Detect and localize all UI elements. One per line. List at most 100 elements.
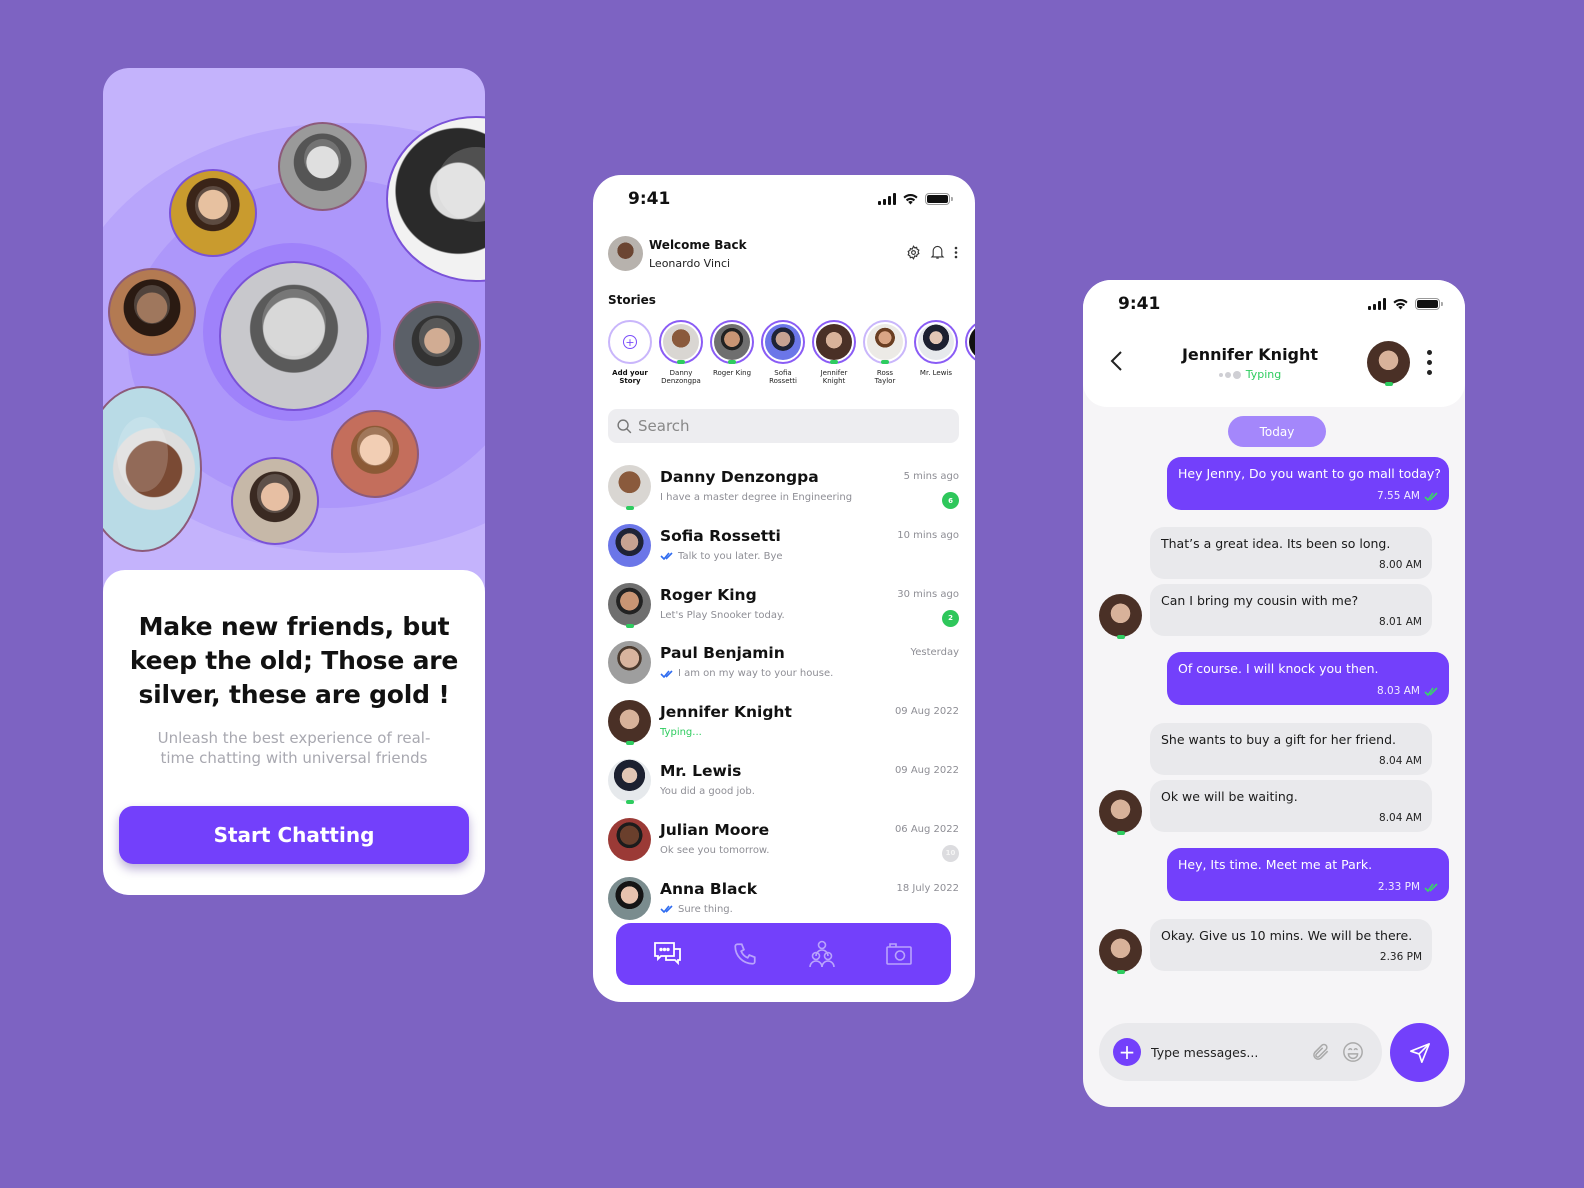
search-bar[interactable] xyxy=(608,409,959,443)
message-time: 8.04 AM xyxy=(1379,812,1422,824)
gear-icon[interactable] xyxy=(906,244,921,260)
story-item[interactable]: An xyxy=(965,320,975,390)
message-text: Ok we will be waiting. xyxy=(1161,789,1298,804)
add-story-button[interactable]: + Add your Story xyxy=(608,320,652,390)
more-vertical-icon[interactable] xyxy=(1427,350,1432,375)
story-avatar xyxy=(918,324,954,360)
incoming-message: Okay. Give us 10 mins. We will be there.… xyxy=(1150,919,1432,971)
online-indicator xyxy=(728,360,736,364)
story-avatar xyxy=(663,324,699,360)
contact-avatar xyxy=(608,641,651,685)
tab-camera[interactable] xyxy=(879,934,919,974)
message-preview: You did a good job. xyxy=(660,785,755,797)
online-indicator xyxy=(1116,635,1125,639)
start-chatting-button[interactable]: Start Chatting xyxy=(119,806,469,864)
status-time: 9:41 xyxy=(628,189,671,209)
online-indicator xyxy=(1116,831,1125,835)
story-item[interactable]: Danny Denzongpa xyxy=(659,320,703,390)
contact-name: Paul Benjamin xyxy=(660,644,785,663)
profile-photo xyxy=(219,261,369,411)
online-indicator xyxy=(625,799,634,804)
onboarding-panel: Make new friends, but keep the old; Thos… xyxy=(103,570,485,895)
message-preview: Talk to you later. Bye xyxy=(678,550,783,562)
story-item[interactable]: Mr. Lewis xyxy=(914,320,958,390)
contact-name: Sofia Rossetti xyxy=(660,526,781,545)
read-ticks-icon xyxy=(660,670,673,678)
conversation-header: 9:41 Jennifer Knight Typing xyxy=(1083,280,1465,407)
chat-row[interactable]: Roger King Let's Play Snooker today. 30 m… xyxy=(608,582,959,642)
contact-avatar xyxy=(608,817,651,861)
chat-row[interactable]: Julian Moore Ok see you tomorrow. 06 Aug … xyxy=(608,817,959,877)
story-item[interactable]: Jennifer Knight xyxy=(812,320,856,390)
search-input[interactable] xyxy=(638,417,938,435)
tab-chats[interactable] xyxy=(648,934,688,974)
contact-avatar xyxy=(1099,929,1142,974)
online-indicator xyxy=(677,360,685,364)
chat-row[interactable]: Jennifer Knight Typing... 09 Aug 2022 xyxy=(608,700,959,759)
outgoing-message: Of course. I will knock you then. 8.03 A… xyxy=(1167,652,1449,705)
story-label: An xyxy=(965,369,975,377)
message-time: 8.00 AM xyxy=(1379,559,1422,571)
emoji-icon[interactable] xyxy=(1342,1041,1364,1063)
story-item[interactable]: Sofia Rossetti xyxy=(761,320,805,390)
chat-timestamp: 09 Aug 2022 xyxy=(894,706,959,718)
bottom-tab-bar xyxy=(616,923,951,985)
welcome-text: Welcome Back xyxy=(649,238,747,252)
message-time: 2.33 PM xyxy=(1377,881,1420,893)
story-label: Ross Taylor xyxy=(874,369,896,385)
message-text: Can I bring my cousin with me? xyxy=(1161,593,1359,608)
contact-avatar xyxy=(1099,790,1142,835)
tab-calls[interactable] xyxy=(725,934,765,974)
profile-photo xyxy=(169,169,257,257)
onboarding-headline: Make new friends, but keep the old; Thos… xyxy=(129,612,459,709)
unread-badge: 6 xyxy=(942,492,959,509)
contact-avatar xyxy=(1099,594,1142,639)
wifi-icon xyxy=(1393,299,1408,310)
contact-avatar xyxy=(608,523,651,567)
contact-avatar[interactable] xyxy=(1367,341,1410,386)
paperclip-icon[interactable] xyxy=(1311,1042,1331,1062)
chat-timestamp: 09 Aug 2022 xyxy=(894,764,959,776)
signal-icon xyxy=(1368,298,1386,310)
phone-icon xyxy=(734,943,756,965)
message-text: She wants to buy a gift for her friend. xyxy=(1161,732,1396,747)
typing-status: Typing xyxy=(1083,368,1417,381)
incoming-message: Ok we will be waiting. 8.04 AM xyxy=(1150,780,1432,832)
plus-icon: + xyxy=(623,335,637,349)
bell-icon[interactable] xyxy=(930,244,945,260)
chat-bubbles-icon xyxy=(654,942,682,966)
profile-photo xyxy=(231,457,319,545)
incoming-message: She wants to buy a gift for her friend. … xyxy=(1150,723,1432,775)
send-button[interactable] xyxy=(1390,1023,1449,1082)
contact-name: Mr. Lewis xyxy=(660,761,742,780)
user-avatar[interactable] xyxy=(608,236,643,271)
story-item[interactable]: Ross Taylor xyxy=(863,320,907,390)
chat-row[interactable]: Paul Benjamin I am on my way to your hous… xyxy=(608,641,959,700)
tab-groups[interactable] xyxy=(802,934,842,974)
story-item[interactable]: Roger King xyxy=(710,320,754,390)
more-vertical-icon[interactable] xyxy=(954,246,958,259)
message-time: 2.36 PM xyxy=(1379,951,1422,963)
read-ticks-icon xyxy=(1424,686,1438,696)
chat-row[interactable]: Danny Denzongpa I have a master degree in… xyxy=(608,465,959,524)
story-label: Mr. Lewis xyxy=(919,369,953,377)
message-preview: I have a master degree in Engineering xyxy=(660,492,853,503)
contact-name: Anna Black xyxy=(660,879,758,898)
message-text: Okay. Give us 10 mins. We will be there. xyxy=(1161,928,1413,943)
message-input[interactable] xyxy=(1151,1044,1311,1060)
status-bar: 9:41 xyxy=(593,175,975,225)
profile-collage xyxy=(103,68,485,588)
online-indicator xyxy=(625,741,634,746)
online-indicator xyxy=(881,360,889,364)
chat-timestamp: 18 July 2022 xyxy=(896,882,959,894)
chat-row[interactable]: Mr. Lewis You did a good job. 09 Aug 2022 xyxy=(608,758,959,818)
read-ticks-icon xyxy=(1424,491,1438,501)
message-text: Hey, Its time. Meet me at Park. xyxy=(1178,857,1373,872)
outgoing-message: Hey, Its time. Meet me at Park. 2.33 PM xyxy=(1167,848,1449,901)
chat-timestamp: 30 mins ago xyxy=(897,588,959,600)
add-attachment-button[interactable]: + xyxy=(1113,1038,1141,1066)
chat-row[interactable]: Sofia Rossetti Talk to you later. Bye 10 … xyxy=(608,523,959,583)
online-indicator xyxy=(830,360,838,364)
search-icon xyxy=(617,418,632,433)
read-ticks-icon xyxy=(660,552,673,561)
